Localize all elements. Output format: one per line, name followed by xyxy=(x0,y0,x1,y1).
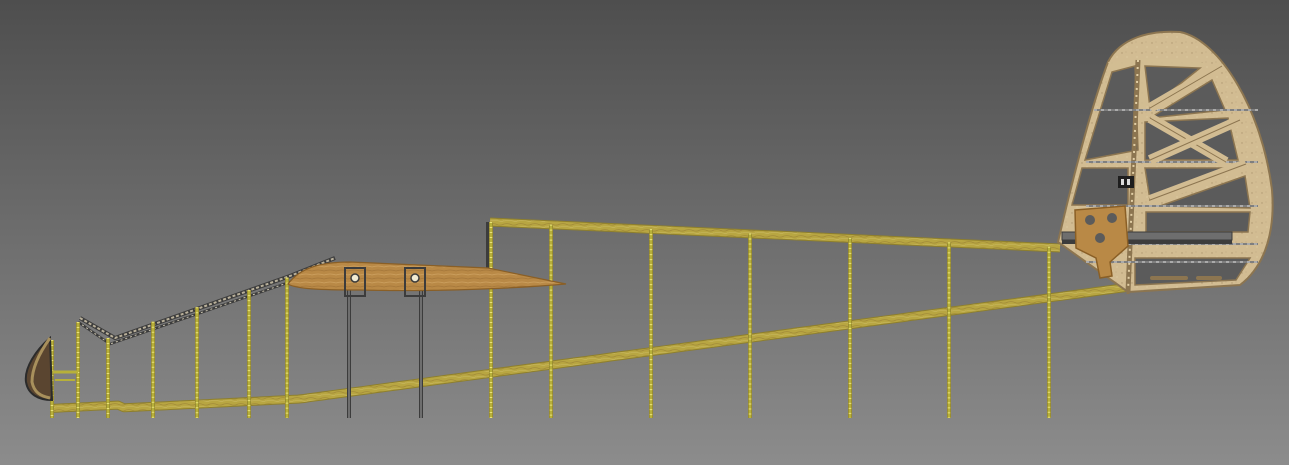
wing-bolt xyxy=(350,273,360,283)
control-horn xyxy=(1118,176,1134,188)
fin-window xyxy=(1145,211,1251,233)
control-horn-detail xyxy=(1127,179,1130,185)
rudder-slot xyxy=(1150,276,1188,280)
fuselage-side-view xyxy=(0,0,1289,465)
wing-bolt xyxy=(410,273,420,283)
glider-fuselage-diagram xyxy=(0,0,1289,465)
control-horn-detail xyxy=(1121,179,1124,185)
mount-hole xyxy=(1095,233,1105,243)
mount-hole xyxy=(1107,213,1117,223)
mount-hole xyxy=(1085,215,1095,225)
rudder-slot xyxy=(1196,276,1222,280)
